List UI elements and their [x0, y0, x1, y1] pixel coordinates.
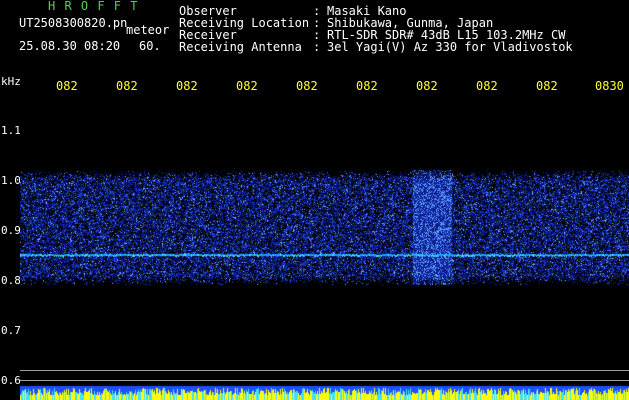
x-tick-label: 082: [536, 79, 558, 93]
y-tick-label: 0.9: [1, 224, 21, 237]
timestamp: 25.08.30 08:20: [19, 39, 121, 53]
spectrogram: [20, 100, 629, 400]
x-tick-label: 0830: [595, 79, 624, 93]
info-value-antenna: 3el Yagi(V) Az 330 for Vladivostok: [327, 40, 573, 54]
y-tick-label: 1.1: [1, 124, 21, 137]
brand-title: H R O F F T: [48, 0, 139, 13]
x-tick-label: 082: [356, 79, 378, 93]
x-tick-label: 082: [296, 79, 318, 93]
info-separator: :: [313, 40, 321, 54]
y-tick-label: 0.8: [1, 274, 21, 287]
interval-value: 60.: [139, 39, 161, 53]
reference-line: [20, 380, 629, 381]
x-tick-label: 082: [116, 79, 138, 93]
x-tick-label: 082: [176, 79, 198, 93]
mode-label: meteor: [126, 23, 170, 37]
x-tick-label: 082: [476, 79, 498, 93]
x-tick-label: 082: [236, 79, 258, 93]
y-tick-label: 0.6: [1, 374, 21, 387]
file-name: UT2508300820.pn: [19, 16, 128, 30]
y-tick-label: 1.0: [1, 174, 21, 187]
reference-line: [20, 370, 629, 371]
x-tick-label: 082: [416, 79, 438, 93]
info-label-antenna: Receiving Antenna: [179, 40, 302, 54]
x-tick-label: 082: [56, 79, 78, 93]
y-tick-label: 0.7: [1, 324, 21, 337]
y-axis-unit: kHz: [1, 75, 21, 88]
